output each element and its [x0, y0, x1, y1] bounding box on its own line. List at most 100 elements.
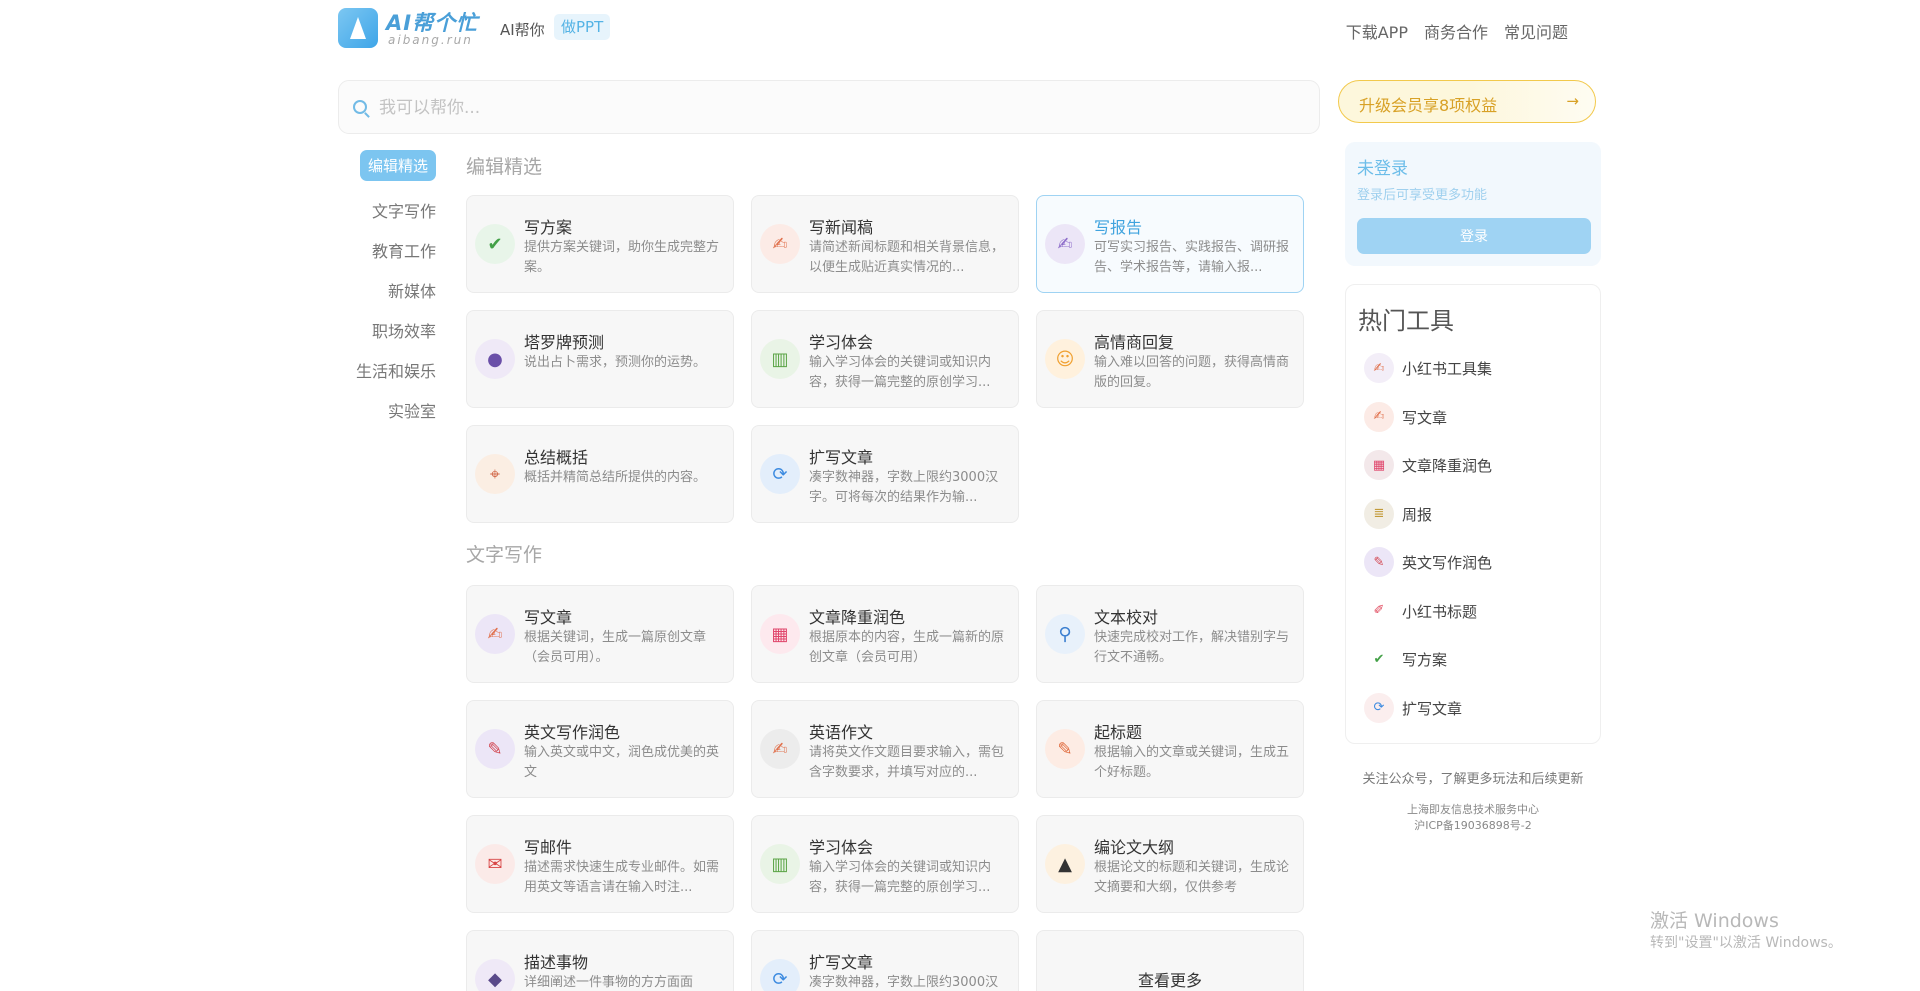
tool-card-description: 请简述新闻标题和相关背景信息，以便生成贴近真实情况的... — [809, 240, 1005, 275]
scroll-icon: ≣ — [1364, 498, 1394, 529]
tool-card-title: 起标题 — [1094, 723, 1143, 742]
tool-card-title: 文章降重润色 — [809, 608, 906, 627]
crystal-ball-icon: ● — [475, 339, 515, 379]
pencil-icon: ✎ — [1364, 547, 1394, 577]
section-title: 编辑精选 — [466, 156, 543, 178]
document-stamp-icon: ▦ — [1364, 450, 1394, 480]
telescope-icon: ⌖ — [475, 454, 515, 494]
sidebar-item-workplace[interactable]: 职场效率 — [372, 318, 436, 342]
nav-download-app[interactable]: 下载APP — [1346, 19, 1408, 43]
hot-tool-label: 写方案 — [1402, 651, 1448, 669]
sidebar-item-lifestyle[interactable]: 生活和娱乐 — [356, 358, 436, 382]
sidebar-item-writing[interactable]: 文字写作 — [372, 198, 436, 222]
search-input[interactable] — [379, 95, 1279, 121]
tool-card-description: 输入学习体会的关键词或知识内容，获得一篇完整的原创学习... — [809, 355, 992, 390]
arrow-right-icon: → — [1566, 92, 1579, 110]
tool-card[interactable]: ✉ 写邮件 描述需求快速生成专业邮件。如需用英文等语言请在输入时注... — [466, 815, 734, 913]
search-icon — [353, 100, 367, 114]
refresh-icon: ⟳ — [760, 959, 800, 991]
tool-card-description: 根据关键词，生成一篇原创文章（会员可用）。 — [524, 630, 707, 665]
tool-card[interactable]: ▥ 学习体会 输入学习体会的关键词或知识内容，获得一篇完整的原创学习... — [751, 815, 1019, 913]
tool-card[interactable]: ✎ 起标题根据输入的文章或关键词，生成五个好标题。 — [1036, 700, 1304, 798]
checklist-icon: ✔ — [475, 224, 515, 264]
tool-card[interactable]: ▥ 学习体会 输入学习体会的关键词或知识内容，获得一篇完整的原创学习... — [751, 310, 1019, 408]
hot-tool-label: 文章降重润色 — [1402, 457, 1493, 475]
tool-card[interactable]: ● 塔罗牌预测说出占卜需求，预测你的运势。 — [466, 310, 734, 408]
tool-card-title: 写文章 — [524, 608, 573, 627]
login-status: 未登录 — [1357, 159, 1408, 179]
tool-card-title: 写方案 — [524, 218, 573, 237]
tool-card-title: 写邮件 — [524, 838, 573, 857]
top-nav: 下载APP 商务合作 常见问题 — [1346, 19, 1568, 43]
hot-tool-label: 小红书标题 — [1402, 602, 1478, 621]
sidebar-item-education[interactable]: 教育工作 — [372, 238, 436, 262]
checklist-icon: ✔ — [1364, 644, 1394, 674]
nav-business[interactable]: 商务合作 — [1424, 19, 1488, 43]
pencil-icon: ✎ — [1045, 729, 1085, 769]
hot-tools-title: 热门工具 — [1358, 307, 1454, 335]
tool-card[interactable]: ⟳ 扩写文章凑字数神器，字数上限约3000汉字。可将每次的结果作为输... — [751, 930, 1019, 991]
tool-card-description: 说出占卜需求，预测你的运势。 — [524, 355, 707, 370]
tool-card-title: 塔罗牌预测 — [524, 333, 605, 352]
icp-number[interactable]: 沪ICP备19036898号-2 — [1345, 818, 1601, 834]
tool-card-description: 请将英文作文题目要求输入，需包含字数要求，并填写对应的... — [809, 745, 1005, 780]
tool-card[interactable]: ▦ 文章降重润色 根据原本的内容，生成一篇新的原创文章（会员可用） — [751, 585, 1019, 683]
sidebar-item-new-media[interactable]: 新媒体 — [388, 278, 436, 302]
pen-hand-icon: ✍ — [1364, 353, 1394, 383]
tool-card[interactable]: ⚲ 文本校对 快速完成校对工作，解决错别字与行文不通畅。 — [1036, 585, 1304, 683]
login-panel: 未登录 登录后可享受更多功能 登录 — [1345, 142, 1601, 266]
tool-card[interactable]: ✍ 写报告 可写实习报告、实践报告、调研报告、学术报告等，请输入报... — [1036, 195, 1304, 293]
tool-card-description: 概括并精简总结所提供的内容。 — [524, 470, 707, 485]
tool-card-description: 根据输入的文章或关键词，生成五个好标题。 — [1094, 745, 1290, 780]
company-name: 上海即友信息技术服务中心 — [1407, 803, 1539, 816]
tool-card-title: 高情商回复 — [1094, 333, 1175, 352]
view-more-button[interactable]: 查看更多 — [1036, 930, 1304, 991]
sidebar-item-featured[interactable]: 编辑精选 — [359, 150, 436, 181]
tool-card-description: 提供方案关键词，助你生成完整方案。 — [524, 240, 720, 275]
tool-card-title: 编论文大纲 — [1094, 838, 1175, 857]
tool-card-title: 文本校对 — [1094, 608, 1159, 627]
tool-card-description: 输入学习体会的关键词或知识内容，获得一篇完整的原创学习... — [809, 860, 992, 895]
tool-card[interactable]: ✎ 英文写作润色 输入英文或中文，润色成优美的英文 — [466, 700, 734, 798]
books-icon: ▥ — [760, 339, 800, 379]
tool-card-description: 输入难以回答的问题，获得高情商版的回复。 — [1094, 355, 1290, 390]
tool-card-description: 凑字数神器，字数上限约3000汉字。可将每次的结果作为输... — [809, 470, 999, 505]
tool-card[interactable]: ⟳ 扩写文章凑字数神器，字数上限约3000汉字。可将每次的结果作为输... — [751, 425, 1019, 523]
refresh-icon: ⟳ — [1364, 692, 1394, 723]
upgrade-button[interactable]: 升级会员享8项权益 → — [1338, 80, 1596, 123]
tool-card-description: 凑字数神器，字数上限约3000汉字。可将每次的结果作为输... — [809, 975, 999, 990]
login-button[interactable]: 登录 — [1357, 218, 1591, 254]
tool-card[interactable]: ✔ 写方案提供方案关键词，助你生成完整方案。 — [466, 195, 734, 293]
tool-card[interactable]: ⌖ 总结概括 概括并精简总结所提供的内容。 — [466, 425, 734, 523]
graduation-cap-icon: ▲ — [1045, 844, 1085, 884]
sidebar-item-lab[interactable]: 实验室 — [388, 398, 436, 422]
nav-faq[interactable]: 常见问题 — [1504, 19, 1568, 43]
windows-activation-subtitle: 转到"设置"以激活 Windows。 — [1650, 935, 1842, 951]
tool-card-description: 根据原本的内容，生成一篇新的原创文章（会员可用） — [809, 630, 1005, 665]
ppt-badge[interactable]: 做PPT — [554, 14, 611, 40]
brand-name: AI帮你 — [500, 21, 545, 39]
login-hint: 登录后可享受更多功能 — [1357, 188, 1488, 203]
follow-notice: 关注公众号，了解更多玩法和后续更新 — [1362, 772, 1584, 787]
mail-inbox-icon: ✉ — [475, 844, 515, 884]
tool-card[interactable]: ◆ 描述事物 详细阐述一件事物的方方面面 — [466, 930, 734, 991]
detective-icon: ◆ — [475, 959, 515, 991]
tool-card[interactable]: ✍ 英语作文 请将英文作文题目要求输入，需包含字数要求，并填写对应的... — [751, 700, 1019, 798]
section-title: 文字写作 — [466, 544, 543, 566]
hot-tool-label: 写文章 — [1402, 408, 1448, 427]
tool-card[interactable]: ✍ 写新闻稿 请简述新闻标题和相关背景信息，以便生成贴近真实情况的... — [751, 195, 1019, 293]
tool-card-title: 英文写作润色 — [524, 723, 621, 742]
search-bar — [338, 80, 1320, 134]
hot-tool-label: 周报 — [1402, 505, 1433, 524]
tool-card-title: 扩写文章 — [809, 953, 874, 972]
view-more-label: 查看更多 — [1137, 971, 1202, 990]
refresh-icon: ⟳ — [760, 454, 800, 494]
tool-card[interactable]: ☺ 高情商回复 输入难以回答的问题，获得高情商版的回复。 — [1036, 310, 1304, 408]
magnifier-icon: ⚲ — [1045, 614, 1085, 654]
windows-activation-title: 激活 Windows — [1650, 910, 1779, 932]
tool-card-title: 学习体会 — [809, 838, 874, 857]
tool-card[interactable]: ▲ 编论文大纲 根据论文的标题和关键词，生成论文摘要和大纲，仅供参考 — [1036, 815, 1304, 913]
logo-icon[interactable] — [338, 8, 378, 48]
tool-card[interactable]: ✍ 写文章 根据关键词，生成一篇原创文章（会员可用）。 — [466, 585, 734, 683]
tool-card-title: 写新闻稿 — [809, 218, 874, 237]
